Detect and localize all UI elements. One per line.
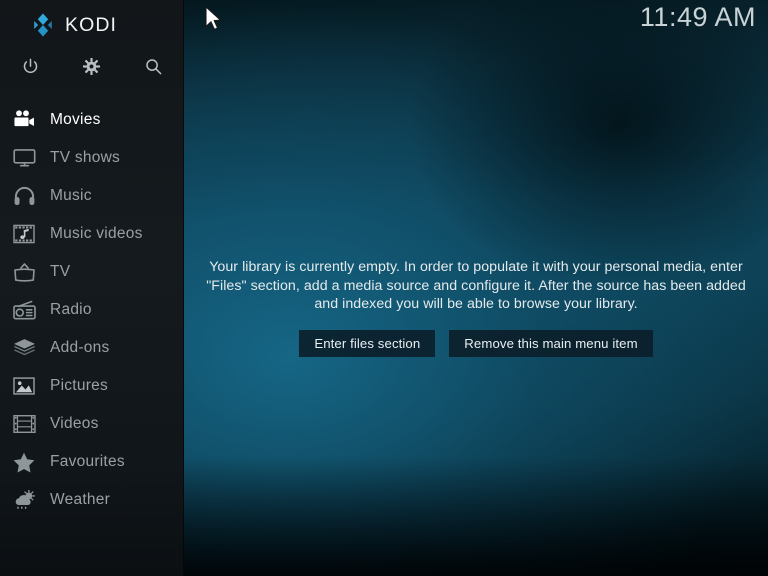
power-button[interactable] [0, 50, 61, 82]
radio-icon [9, 300, 39, 320]
sidebar-item-tv-shows[interactable]: TV shows [0, 139, 184, 177]
sidebar-item-label: Radio [50, 301, 92, 318]
kodi-home-screen: 11:49 AM KODI Movies TV shows Music Musi… [0, 0, 768, 576]
sidebar-item-label: Favourites [50, 453, 125, 470]
sidebar-toolbar [0, 50, 184, 82]
brand-name: KODI [65, 13, 118, 36]
picture-icon [9, 376, 39, 396]
search-button[interactable] [123, 50, 184, 82]
sidebar-item-add-ons[interactable]: Add-ons [0, 329, 184, 367]
tv-antenna-icon [9, 262, 39, 282]
search-icon [144, 57, 163, 76]
sidebar-item-radio[interactable]: Radio [0, 291, 184, 329]
sidebar-item-label: Music [50, 187, 92, 204]
layers-box-icon [9, 338, 39, 358]
film-strip-icon [9, 414, 39, 434]
background-vignette [408, 0, 768, 290]
sidebar-item-pictures[interactable]: Pictures [0, 367, 184, 405]
sidebar-item-weather[interactable]: Weather [0, 481, 184, 519]
brand: KODI [30, 10, 117, 40]
gear-icon [82, 57, 101, 76]
clock: 11:49 AM [639, 2, 756, 32]
sidebar-item-music[interactable]: Music [0, 177, 184, 215]
sidebar-item-label: TV shows [50, 149, 121, 166]
sidebar-item-label: Weather [50, 491, 111, 508]
enter-files-section-button[interactable]: Enter files section [299, 329, 436, 357]
sidebar-item-label: Pictures [50, 377, 108, 394]
star-icon [9, 452, 39, 473]
main-menu: Movies TV shows Music Music videos TV Ra… [0, 101, 184, 519]
sidebar-item-label: Movies [50, 111, 101, 128]
film-music-icon [9, 224, 39, 244]
television-icon [9, 148, 39, 168]
cloud-sun-rain-icon [9, 490, 39, 510]
sidebar-item-favourites[interactable]: Favourites [0, 443, 184, 481]
empty-library-actions: Enter files section Remove this main men… [184, 329, 768, 357]
kodi-diamond-logo-icon [30, 12, 56, 38]
sidebar-item-label: TV [50, 263, 71, 280]
sidebar-item-tv[interactable]: TV [0, 253, 184, 291]
sidebar: KODI Movies TV shows Music Music videos … [0, 0, 184, 576]
empty-library-panel: Your library is currently empty. In orde… [184, 258, 768, 357]
sidebar-item-label: Videos [50, 415, 99, 432]
movie-camera-icon [9, 110, 39, 130]
sidebar-item-label: Music videos [50, 225, 143, 242]
sidebar-item-label: Add-ons [50, 339, 110, 356]
power-icon [21, 57, 40, 76]
sidebar-item-music-videos[interactable]: Music videos [0, 215, 184, 253]
sidebar-item-movies[interactable]: Movies [0, 101, 184, 139]
empty-library-message: Your library is currently empty. In orde… [206, 259, 746, 312]
remove-main-menu-item-button[interactable]: Remove this main menu item [449, 329, 653, 357]
headphones-icon [9, 186, 39, 206]
settings-button[interactable] [61, 50, 122, 82]
sidebar-item-videos[interactable]: Videos [0, 405, 184, 443]
